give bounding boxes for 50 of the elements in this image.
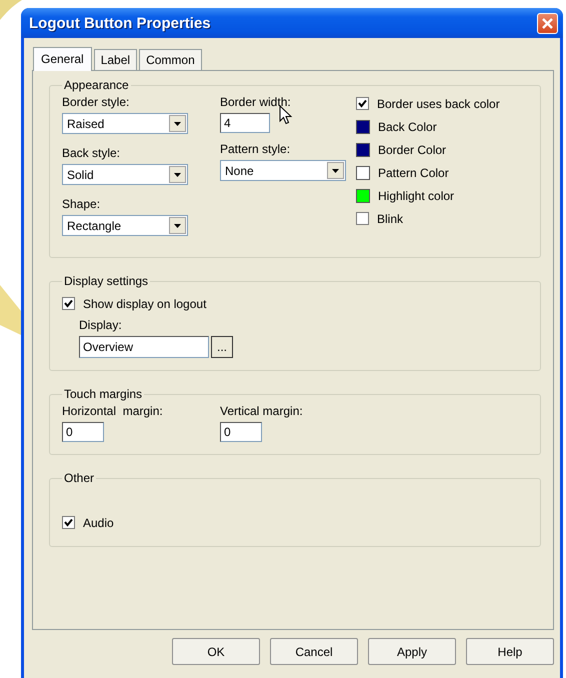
checkbox-label: Blink <box>377 212 404 226</box>
color-swatch[interactable] <box>356 120 370 134</box>
field-label: Border style: <box>62 95 130 109</box>
color-swatch[interactable] <box>356 166 370 180</box>
checkbox-label: Show display on logout <box>83 296 206 310</box>
color-label: Pattern Color <box>378 166 449 180</box>
checkbox[interactable] <box>62 516 75 529</box>
color-label: Border Color <box>378 142 446 156</box>
dialog-button[interactable]: OK <box>172 638 260 665</box>
field-label: Display: <box>79 318 123 332</box>
checkbox[interactable] <box>356 97 369 110</box>
color-label: Highlight color <box>378 188 454 202</box>
color-label: Back Color <box>378 120 437 134</box>
tab[interactable]: General <box>33 47 92 71</box>
close-button[interactable] <box>537 12 558 34</box>
browse-button[interactable]: ... <box>211 336 233 358</box>
dialog-button[interactable]: Help <box>466 638 554 665</box>
close-icon <box>541 16 554 30</box>
checkbox-label: Border uses back color <box>377 96 500 110</box>
input-field[interactable]: Overview <box>79 336 209 358</box>
group-title: Other <box>63 471 96 485</box>
field-label: Shape: <box>62 197 102 211</box>
input-field[interactable]: 0 <box>62 422 104 442</box>
tab[interactable]: Label <box>94 49 138 70</box>
field-label: Back style: <box>62 146 122 160</box>
field-label: Horizontal margin: <box>62 404 164 418</box>
dropdown[interactable]: Rectangle <box>62 215 188 236</box>
input-field[interactable]: 0 <box>220 422 262 442</box>
group-title: Touch margins <box>63 387 144 401</box>
callout-corner <box>0 0 22 20</box>
tab[interactable]: Common <box>139 49 202 70</box>
dropdown[interactable]: Solid <box>62 164 188 185</box>
dropdown[interactable]: None <box>220 160 346 181</box>
group-title: Display settings <box>63 274 150 288</box>
callout-pointer <box>0 285 21 335</box>
checkbox-label: Audio <box>83 516 114 530</box>
checkbox[interactable] <box>356 212 369 225</box>
dropdown[interactable]: Raised <box>62 113 188 134</box>
dialog-button[interactable]: Apply <box>368 638 456 665</box>
color-swatch[interactable] <box>356 188 370 202</box>
window-title: Logout Button Properties <box>29 14 211 32</box>
mouse-pointer-icon <box>279 105 293 125</box>
field-label: Vertical margin: <box>220 404 303 418</box>
input-field[interactable]: 4 <box>220 113 270 133</box>
field-label: Border width: <box>220 95 292 109</box>
checkbox[interactable] <box>62 297 75 310</box>
field-label: Pattern style: <box>220 142 292 156</box>
group-title: Appearance <box>63 78 130 92</box>
color-swatch[interactable] <box>356 142 370 156</box>
dialog-button[interactable]: Cancel <box>270 638 358 665</box>
